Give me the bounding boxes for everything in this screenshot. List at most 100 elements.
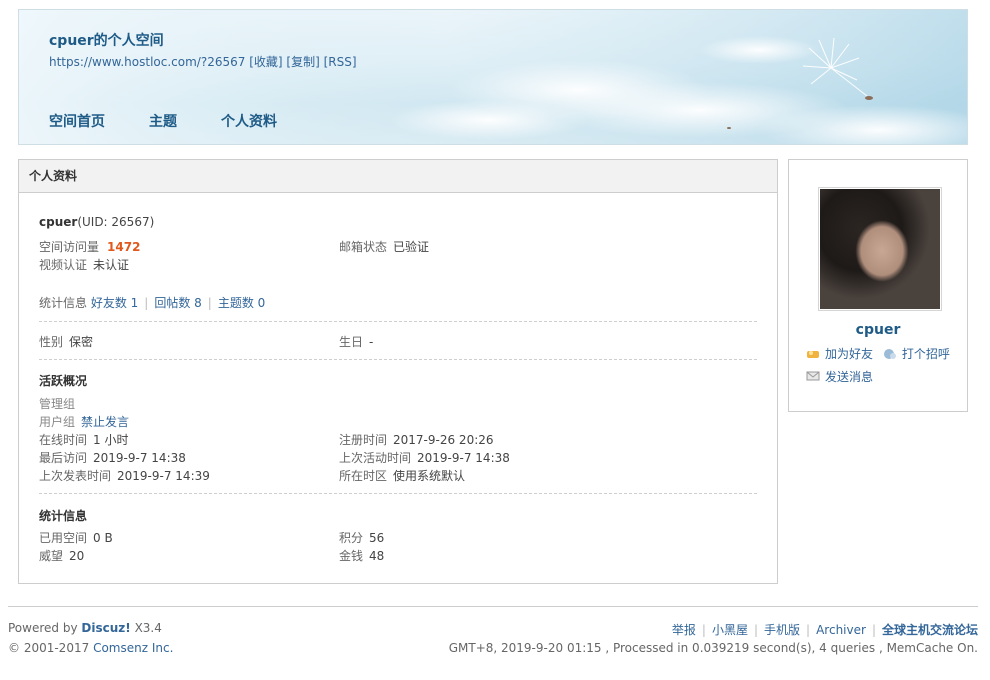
last-visit-value: 2019-9-7 14:38 [93,451,186,465]
birthday-row: 生日 - [339,333,373,350]
activity-title: 活跃概况 [39,374,88,388]
admin-group-row: 管理组 [39,395,75,412]
email-value: 已验证 [393,240,430,254]
divider: | [806,623,811,637]
last-active-row: 上次活动时间 2019-9-7 14:38 [339,449,510,466]
gender-value: 保密 [69,335,94,349]
user-group-label: 用户组 [39,415,76,429]
add-friend-label: 加为好友 [825,347,874,361]
greet-button[interactable]: 打个招呼 [883,345,950,362]
rss-link[interactable]: [RSS] [324,55,357,69]
footer-links: 举报 | 小黑屋 | 手机版 | Archiver | 全球主机交流论坛 [672,621,978,638]
prestige-row: 威望 20 [39,547,84,564]
avatar-photo [820,189,940,309]
user-card: cpuer 加为好友 打个招呼 发送消息 [788,159,968,412]
gender-row: 性别 保密 [39,333,93,350]
online-row: 在线时间 1 小时 [39,431,128,448]
admin-group-label: 管理组 [39,397,76,411]
divider: | [871,623,876,637]
avatar[interactable] [818,187,942,311]
card-actions: 加为好友 打个招呼 发送消息 [806,345,956,385]
add-friend-button[interactable]: 加为好友 [806,345,873,362]
dashed-divider [39,359,757,360]
divider: | [144,296,149,310]
footer-stats: GMT+8, 2019-9-20 01:15 , Processed in 0.… [448,641,978,655]
username-row: cpuer(UID: 26567) [39,215,154,229]
register-label: 注册时间 [339,433,388,447]
last-visit-row: 最后访问 2019-9-7 14:38 [39,449,186,466]
footer-link-forum[interactable]: 全球主机交流论坛 [882,623,978,637]
divider: | [701,623,706,637]
dashed-divider [39,493,757,494]
money-row: 金钱 48 [339,547,384,564]
replies-count-link[interactable]: 回帖数 8 [154,296,201,310]
email-label: 邮箱状态 [339,240,388,254]
last-post-label: 上次发表时间 [39,469,112,483]
favorite-link[interactable]: [收藏] [249,55,282,69]
video-row: 视频认证 未认证 [39,256,129,273]
card-username[interactable]: cpuer [789,322,967,338]
footer-link-archiver[interactable]: Archiver [816,623,866,637]
footer-divider [8,606,978,607]
space-header: cpuer的个人空间 https://www.hostloc.com/?2656… [18,9,968,145]
footer-link-mobile[interactable]: 手机版 [764,623,800,637]
birthday-value: - [369,335,374,349]
credits-label: 积分 [339,531,364,545]
space-title[interactable]: cpuer的个人空间 [49,30,164,50]
add-friend-icon [807,350,819,358]
space-nav: 空间首页 主题 个人资料 [49,111,321,131]
last-post-value: 2019-9-7 14:39 [117,469,210,483]
last-active-label: 上次活动时间 [339,451,412,465]
video-label: 视频认证 [39,258,88,272]
copy-link[interactable]: [复制] [286,55,319,69]
user-group-row: 用户组 禁止发言 [39,413,129,430]
comsenz-link[interactable]: Comsenz Inc. [93,641,173,655]
stats-links-row: 统计信息 好友数 1 | 回帖数 8 | 主题数 0 [39,294,265,311]
discuz-link[interactable]: Discuz! [81,621,130,635]
greet-icon [883,348,896,359]
last-visit-label: 最后访问 [39,451,88,465]
greet-label: 打个招呼 [901,347,950,361]
profile-panel: 个人资料 cpuer(UID: 26567) 空间访问量 1472 邮箱状态 已验证… [18,159,778,584]
timezone-label: 所在时区 [339,469,388,483]
visits-value: 1472 [107,240,141,254]
video-value: 未认证 [93,258,130,272]
last-post-row: 上次发表时间 2019-9-7 14:39 [39,467,210,484]
user-group-link[interactable]: 禁止发言 [81,415,129,429]
birthday-label: 生日 [339,335,364,349]
threads-count-link[interactable]: 主题数 0 [218,296,265,310]
register-row: 注册时间 2017-9-26 20:26 [339,431,494,448]
space-url[interactable]: https://www.hostloc.com/?26567 [49,55,245,69]
powered-version: X3.4 [134,621,162,635]
stats-title: 统计信息 [39,509,88,523]
nav-space-home[interactable]: 空间首页 [49,111,105,131]
copyright-prefix: © 2001-2017 [8,641,90,655]
powered-by: Powered by Discuz! X3.4 [8,621,162,635]
footer-link-blacklist[interactable]: 小黑屋 [712,623,748,637]
timezone-row: 所在时区 使用系统默认 [339,467,465,484]
copyright: © 2001-2017 Comsenz Inc. [8,641,173,655]
credits-value: 56 [369,531,385,545]
uid: (UID: 26567) [77,215,155,229]
envelope-icon [806,371,820,381]
footer-link-report[interactable]: 举报 [672,623,696,637]
nav-threads[interactable]: 主题 [149,111,177,131]
send-message-button[interactable]: 发送消息 [806,368,873,385]
dashed-divider [39,321,757,322]
online-value: 1 小时 [93,433,129,447]
online-label: 在线时间 [39,433,88,447]
gender-label: 性别 [39,335,64,349]
email-row: 邮箱状态 已验证 [339,238,429,255]
last-active-value: 2019-9-7 14:38 [417,451,510,465]
credits-row: 积分 56 [339,529,384,546]
friends-count-link[interactable]: 好友数 1 [91,296,138,310]
stats-label: 统计信息 [39,296,88,310]
money-value: 48 [369,549,385,563]
space-value: 0 B [93,531,113,545]
money-label: 金钱 [339,549,364,563]
send-message-label: 发送消息 [825,369,874,384]
divider: | [207,296,212,310]
space-links: https://www.hostloc.com/?26567 [收藏] [复制]… [49,53,357,70]
nav-profile[interactable]: 个人资料 [221,111,277,131]
username: cpuer [39,215,78,229]
